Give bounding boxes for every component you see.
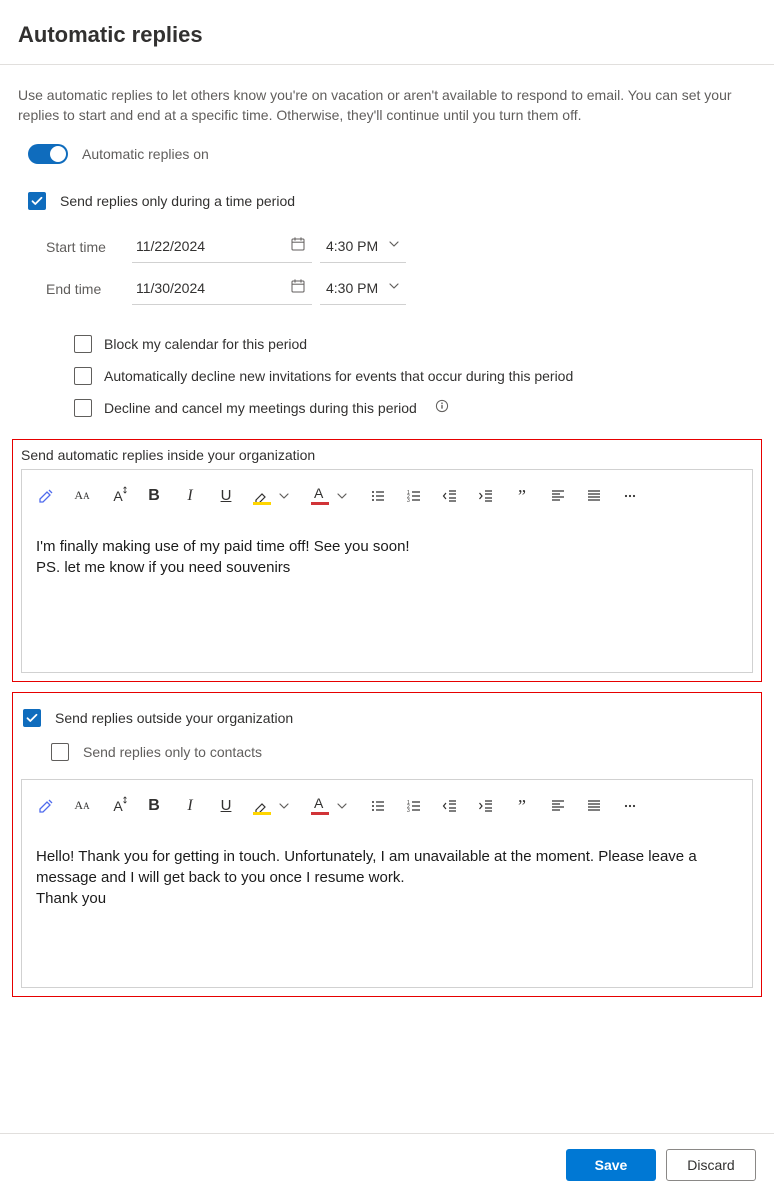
align-left-icon[interactable] bbox=[548, 796, 568, 816]
send-during-period-label: Send replies only during a time period bbox=[60, 193, 295, 209]
calendar-icon bbox=[290, 236, 306, 257]
editor-toolbar: AAABIUA123” bbox=[22, 780, 752, 832]
underline-icon[interactable]: U bbox=[216, 796, 236, 816]
end-date-value: 11/30/2024 bbox=[136, 280, 205, 296]
highlight-dropdown[interactable] bbox=[274, 796, 294, 816]
inside-org-label: Send automatic replies inside your organ… bbox=[21, 445, 753, 469]
highlight-icon[interactable] bbox=[252, 796, 272, 816]
indent-icon[interactable] bbox=[476, 486, 496, 506]
start-date-value: 11/22/2024 bbox=[136, 238, 205, 254]
font-family-icon[interactable]: AA bbox=[72, 796, 92, 816]
inside-org-section: Send automatic replies inside your organ… bbox=[12, 439, 762, 682]
outside-org-textarea[interactable]: Hello! Thank you for getting in touch. U… bbox=[22, 832, 752, 987]
footer: Save Discard bbox=[0, 1133, 774, 1195]
outdent-icon[interactable] bbox=[440, 796, 460, 816]
block-calendar-label: Block my calendar for this period bbox=[104, 336, 307, 352]
font-color-dropdown[interactable] bbox=[332, 486, 352, 506]
start-time-value: 4:30 PM bbox=[326, 238, 378, 254]
align-left-icon[interactable] bbox=[548, 486, 568, 506]
send-outside-label: Send replies outside your organization bbox=[55, 710, 293, 726]
font-size-icon[interactable]: A bbox=[108, 796, 128, 816]
cancel-meetings-label: Decline and cancel my meetings during th… bbox=[104, 400, 417, 416]
font-color-icon[interactable]: A bbox=[310, 486, 330, 506]
more-icon[interactable] bbox=[620, 486, 640, 506]
highlight-dropdown[interactable] bbox=[274, 486, 294, 506]
svg-text:3: 3 bbox=[407, 498, 410, 504]
page-description: Use automatic replies to let others know… bbox=[0, 65, 774, 126]
cancel-meetings-checkbox[interactable] bbox=[74, 399, 92, 417]
quote-icon[interactable]: ” bbox=[512, 796, 532, 816]
font-color-dropdown[interactable] bbox=[332, 796, 352, 816]
only-contacts-label: Send replies only to contacts bbox=[83, 744, 262, 760]
start-time-field[interactable]: 4:30 PM bbox=[320, 231, 406, 263]
outside-org-editor: AAABIUA123” Hello! Thank you for getting… bbox=[21, 779, 753, 988]
send-outside-checkbox[interactable] bbox=[23, 709, 41, 727]
align-justify-icon[interactable] bbox=[584, 796, 604, 816]
end-date-field[interactable]: 11/30/2024 bbox=[132, 273, 312, 305]
bold-icon[interactable]: B bbox=[144, 486, 164, 506]
font-color-icon[interactable]: A bbox=[310, 796, 330, 816]
bulleted-list-icon[interactable] bbox=[368, 486, 388, 506]
paint-format-icon[interactable] bbox=[36, 796, 56, 816]
decline-new-invites-label: Automatically decline new invitations fo… bbox=[104, 368, 573, 384]
highlight-icon[interactable] bbox=[252, 486, 272, 506]
start-date-field[interactable]: 11/22/2024 bbox=[132, 231, 312, 263]
paint-format-icon[interactable] bbox=[36, 486, 56, 506]
indent-icon[interactable] bbox=[476, 796, 496, 816]
italic-icon[interactable]: I bbox=[180, 796, 200, 816]
bold-icon[interactable]: B bbox=[144, 796, 164, 816]
more-icon[interactable] bbox=[620, 796, 640, 816]
outside-org-section: Send replies outside your organization S… bbox=[12, 692, 762, 997]
calendar-icon bbox=[290, 278, 306, 299]
font-family-icon[interactable]: AA bbox=[72, 486, 92, 506]
end-time-value: 4:30 PM bbox=[326, 280, 378, 296]
send-during-period-checkbox[interactable] bbox=[28, 192, 46, 210]
editor-toolbar: AAABIUA123” bbox=[22, 470, 752, 522]
italic-icon[interactable]: I bbox=[180, 486, 200, 506]
discard-button[interactable]: Discard bbox=[666, 1149, 756, 1181]
only-contacts-checkbox[interactable] bbox=[51, 743, 69, 761]
numbered-list-icon[interactable]: 123 bbox=[404, 796, 424, 816]
start-time-label: Start time bbox=[46, 239, 132, 255]
page-title: Automatic replies bbox=[0, 0, 774, 65]
inside-org-textarea[interactable]: I'm finally making use of my paid time o… bbox=[22, 522, 752, 672]
quote-icon[interactable]: ” bbox=[512, 486, 532, 506]
font-size-icon[interactable]: A bbox=[108, 486, 128, 506]
svg-text:3: 3 bbox=[407, 808, 410, 814]
end-time-field[interactable]: 4:30 PM bbox=[320, 273, 406, 305]
automatic-replies-toggle-label: Automatic replies on bbox=[82, 146, 209, 162]
automatic-replies-toggle[interactable] bbox=[28, 144, 68, 164]
info-icon[interactable] bbox=[435, 399, 449, 418]
inside-org-editor: AAABIUA123” I'm finally making use of my… bbox=[21, 469, 753, 673]
chevron-down-icon bbox=[388, 279, 400, 297]
end-time-label: End time bbox=[46, 281, 132, 297]
bulleted-list-icon[interactable] bbox=[368, 796, 388, 816]
block-calendar-checkbox[interactable] bbox=[74, 335, 92, 353]
align-justify-icon[interactable] bbox=[584, 486, 604, 506]
decline-new-invites-checkbox[interactable] bbox=[74, 367, 92, 385]
chevron-down-icon bbox=[388, 237, 400, 255]
outdent-icon[interactable] bbox=[440, 486, 460, 506]
save-button[interactable]: Save bbox=[566, 1149, 656, 1181]
numbered-list-icon[interactable]: 123 bbox=[404, 486, 424, 506]
underline-icon[interactable]: U bbox=[216, 486, 236, 506]
